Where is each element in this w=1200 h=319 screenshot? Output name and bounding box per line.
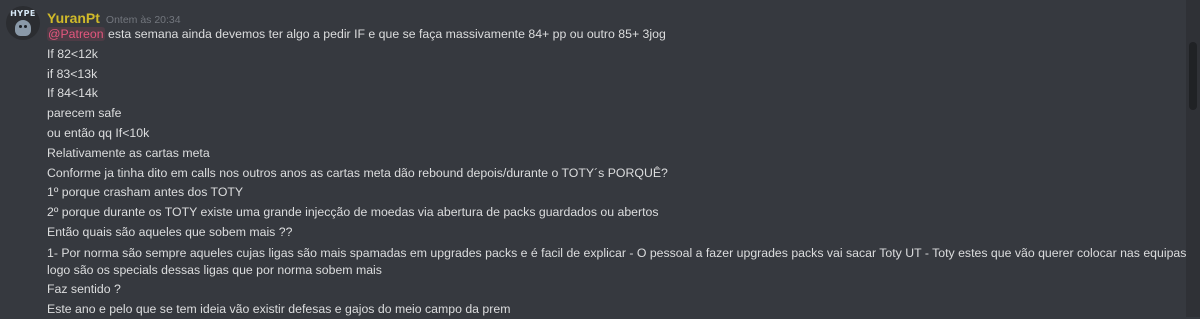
- message-line: if 83<13k: [47, 66, 98, 81]
- message-line: 1- Por norma são sempre aqueles cujas li…: [47, 245, 1187, 277]
- message-line: Relativamente as cartas meta: [47, 145, 210, 160]
- message-text: esta semana ainda devemos ter algo a ped…: [104, 27, 666, 41]
- message-line: @Patreon esta semana ainda devemos ter a…: [47, 25, 1187, 45]
- avatar-logo-text: HYPE: [10, 9, 36, 18]
- message-line: 2º porque durante os TOTY existe uma gra…: [47, 205, 659, 220]
- message-line: 1º porque crasham antes dos TOTY: [47, 185, 244, 200]
- message-line: If 82<12k: [47, 46, 98, 61]
- avatar-eye-icon: [24, 25, 27, 28]
- message-line: Então quais são aqueles que sobem mais ?…: [47, 224, 293, 239]
- message-line: If 84<14k: [47, 86, 98, 101]
- scrollbar-thumb[interactable]: [1189, 42, 1197, 110]
- avatar-face-icon: [15, 20, 31, 36]
- chat-message: HYPE YuranPt Ontem às 20:34 @Patreon esta…: [0, 0, 1187, 319]
- message-line: ou então qq If<10k: [47, 125, 150, 140]
- username[interactable]: YuranPt: [47, 10, 100, 26]
- message-header: YuranPt Ontem às 20:34: [47, 8, 181, 26]
- message-line: Conforme ja tinha dito em calls nos outr…: [47, 165, 668, 180]
- role-mention[interactable]: @Patreon: [47, 27, 105, 41]
- avatar-eye-icon: [19, 25, 22, 28]
- message-line: Este ano e pelo que se tem ideia vão exi…: [47, 301, 511, 316]
- message-line: Faz sentido ?: [47, 281, 121, 296]
- user-avatar[interactable]: HYPE: [6, 6, 40, 40]
- message-line: parecem safe: [47, 106, 122, 121]
- message-content: @Patreon esta semana ainda devemos ter a…: [47, 25, 1187, 319]
- scrollbar-track[interactable]: [1186, 0, 1200, 317]
